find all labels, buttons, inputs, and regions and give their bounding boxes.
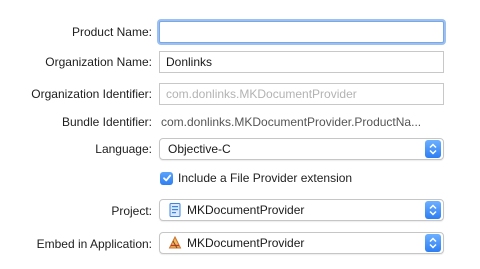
product-name-field[interactable] (159, 21, 444, 43)
organization-identifier-field[interactable]: com.donlinks.MKDocumentProvider (159, 83, 444, 105)
chevron-updown-icon (425, 201, 441, 219)
language-label: Language: (95, 142, 152, 156)
project-label: Project: (111, 204, 152, 218)
embed-in-application-label: Embed in Application: (36, 237, 152, 251)
embed-in-application-popup[interactable]: MKDocumentProvider (159, 232, 444, 254)
product-name-label: Product Name: (71, 25, 152, 39)
bundle-identifier-label: Bundle Identifier: (61, 115, 152, 129)
embed-in-application-selected: MKDocumentProvider (187, 236, 305, 250)
chevron-updown-icon (425, 234, 441, 252)
language-selected: Objective-C (168, 142, 231, 156)
language-popup[interactable]: Objective-C (159, 138, 444, 160)
app-target-icon (168, 235, 182, 250)
chevron-updown-icon (425, 140, 441, 158)
file-provider-option[interactable]: Include a File Provider extension (160, 171, 352, 185)
organization-name-label: Organization Name: (45, 55, 152, 69)
organization-identifier-label: Organization Identifier: (31, 87, 152, 101)
bundle-identifier-value: com.donlinks.MKDocumentProvider.ProductN… (161, 115, 422, 129)
project-selected: MKDocumentProvider (187, 203, 305, 217)
organization-name-field[interactable]: Donlinks (159, 51, 444, 73)
project-file-icon (168, 203, 182, 217)
file-provider-label: Include a File Provider extension (178, 171, 353, 185)
project-popup[interactable]: MKDocumentProvider (159, 199, 444, 221)
file-provider-checkbox[interactable] (160, 171, 173, 185)
